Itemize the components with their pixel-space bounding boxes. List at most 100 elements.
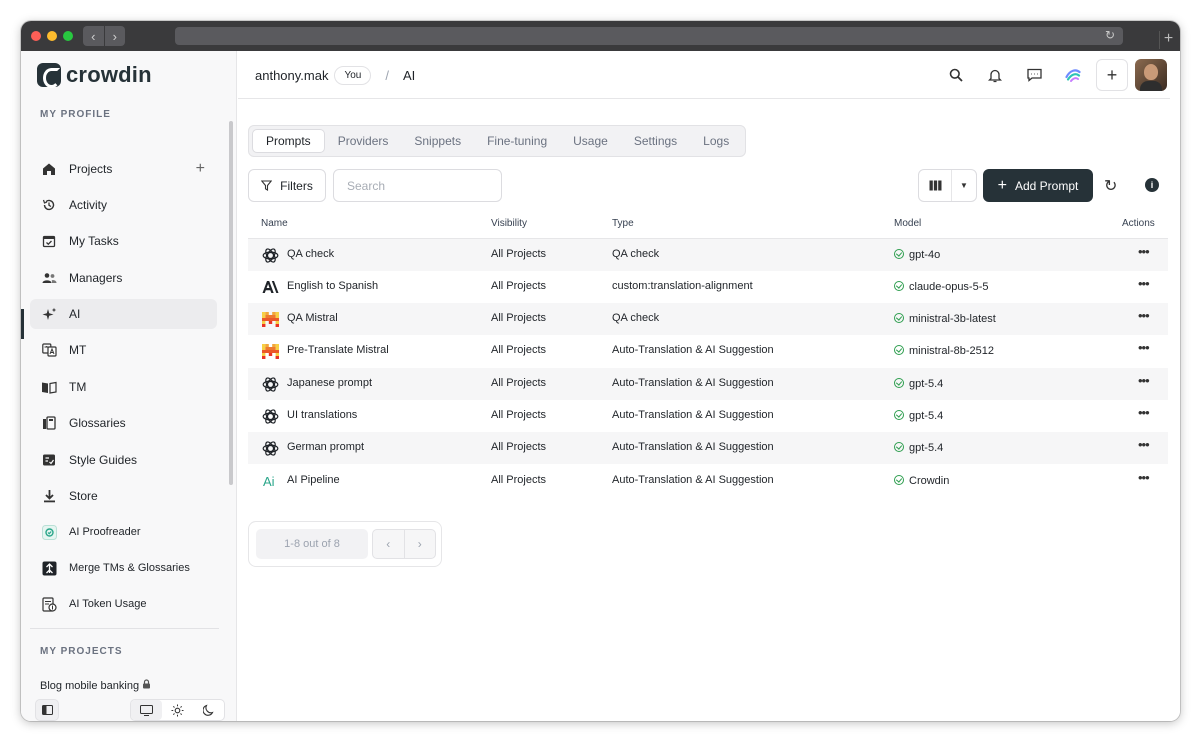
more-actions-icon[interactable]: ••• (1138, 308, 1150, 323)
sidebar-item-merge-tms-glossaries[interactable]: Merge TMs & Glossaries (30, 553, 217, 583)
prompt-visibility: All Projects (491, 312, 547, 324)
column-type[interactable]: Type (612, 218, 634, 229)
search-icon[interactable] (946, 65, 966, 85)
glossary-icon (41, 415, 57, 431)
sidebar-item-style-guides[interactable]: Style Guides (30, 445, 217, 475)
tab-providers[interactable]: Providers (325, 129, 402, 153)
create-new-button[interactable]: + (1096, 59, 1128, 91)
column-visibility[interactable]: Visibility (491, 218, 527, 229)
sidebar-item-activity[interactable]: Activity (30, 190, 217, 220)
moon-icon[interactable] (193, 700, 224, 720)
column-name[interactable]: Name (261, 218, 288, 229)
sidebar-item-my-tasks[interactable]: My Tasks (30, 226, 217, 256)
monitor-icon[interactable] (131, 700, 162, 720)
prompt-name[interactable]: Pre-Translate Mistral (287, 344, 389, 356)
tab-logs[interactable]: Logs (690, 129, 742, 153)
table-row[interactable]: German prompt All Projects Auto-Translat… (248, 432, 1168, 464)
token-usage-icon (41, 596, 57, 612)
more-actions-icon[interactable]: ••• (1138, 340, 1150, 355)
active-indicator (21, 309, 24, 339)
chevron-right-icon[interactable]: › (405, 530, 436, 558)
prompt-type: QA check (612, 248, 660, 260)
tab-usage[interactable]: Usage (560, 129, 621, 153)
sidebar-item-label: AI (69, 307, 81, 321)
sidebar-scrollbar[interactable] (229, 121, 233, 485)
crowdin-ai-icon[interactable] (1063, 65, 1083, 85)
reload-icon[interactable]: ↻ (1105, 28, 1115, 42)
sidebar-item-label: MT (69, 343, 87, 357)
table-row[interactable]: Japanese prompt All Projects Auto-Transl… (248, 368, 1168, 400)
prompt-name[interactable]: UI translations (287, 409, 357, 421)
filters-button[interactable]: Filters (248, 169, 326, 202)
breadcrumb-user[interactable]: anthony.mak (255, 68, 328, 83)
search-input[interactable] (333, 169, 502, 202)
table-row[interactable]: UI translations All Projects Auto-Transl… (248, 400, 1168, 432)
forward-icon[interactable]: › (105, 26, 126, 46)
sidebar-item-ai-proofreader[interactable]: AI Proofreader (30, 517, 217, 547)
back-icon[interactable]: ‹ (83, 26, 105, 46)
sidebar-divider (30, 628, 219, 629)
sidebar-item-managers[interactable]: Managers (30, 263, 217, 293)
table-row[interactable]: QA Mistral All Projects QA check ministr… (248, 303, 1168, 335)
sidebar-item-label: My Tasks (69, 234, 119, 248)
model-name: ministral-8b-2512 (909, 345, 994, 357)
prompt-name[interactable]: Japanese prompt (287, 377, 372, 389)
collapse-sidebar-icon[interactable] (35, 699, 59, 721)
table-row[interactable]: Pre-Translate Mistral All Projects Auto-… (248, 335, 1168, 367)
chevron-left-icon[interactable]: ‹ (373, 530, 405, 558)
tab-fine-tuning[interactable]: Fine-tuning (474, 129, 560, 153)
tab-snippets[interactable]: Snippets (401, 129, 474, 153)
you-badge: You (334, 66, 372, 85)
tab-prompts[interactable]: Prompts (252, 129, 325, 153)
sidebar-item-store[interactable]: Store (30, 481, 217, 511)
sidebar-item-mt[interactable]: MT (30, 335, 217, 365)
refresh-icon[interactable]: ↻ (1104, 176, 1117, 196)
prompt-name[interactable]: German prompt (287, 441, 364, 453)
check-circle-icon (894, 345, 904, 355)
messages-icon[interactable] (1024, 65, 1044, 85)
add-project-icon[interactable]: + (196, 160, 205, 178)
prompt-name[interactable]: AI Pipeline (287, 474, 340, 486)
browser-titlebar: ‹ › ↻ + (21, 21, 1180, 51)
avatar[interactable] (1135, 59, 1167, 91)
sidebar-item-tm[interactable]: TM (30, 372, 217, 402)
more-actions-icon[interactable]: ••• (1138, 276, 1150, 291)
new-tab-icon[interactable]: + (1159, 31, 1177, 49)
sidebar-item-ai[interactable]: AI (30, 299, 217, 329)
sidebar-item-glossaries[interactable]: Glossaries (30, 408, 217, 438)
maximize-window-button[interactable] (63, 31, 73, 41)
more-actions-icon[interactable]: ••• (1138, 373, 1150, 388)
column-model[interactable]: Model (894, 218, 921, 229)
bell-icon[interactable] (985, 65, 1005, 85)
add-prompt-button[interactable]: + Add Prompt (983, 169, 1093, 202)
openai-icon (261, 375, 279, 393)
more-actions-icon[interactable]: ••• (1138, 470, 1150, 485)
sidebar-item-label: Managers (69, 271, 123, 285)
filter-icon (261, 180, 273, 191)
table-row[interactable]: Ai AI Pipeline All Projects Auto-Transla… (248, 465, 1168, 497)
minimize-window-button[interactable] (47, 31, 57, 41)
sidebar-item-projects[interactable]: Projects + (30, 154, 217, 184)
close-window-button[interactable] (31, 31, 41, 41)
pagination: 1-8 out of 8 ‹ › (248, 521, 442, 567)
more-actions-icon[interactable]: ••• (1138, 437, 1150, 452)
check-circle-icon (894, 378, 904, 388)
theme-switcher (130, 699, 225, 721)
sidebar-item-label: Merge TMs & Glossaries (69, 562, 190, 574)
table-row[interactable]: English to Spanish All Projects custom:t… (248, 271, 1168, 303)
table-row[interactable]: QA check All Projects QA check gpt-4o ••… (248, 239, 1168, 271)
model-name: gpt-5.4 (909, 442, 944, 454)
sidebar-item-ai-token-usage[interactable]: AI Token Usage (30, 589, 217, 619)
column-view-dropdown[interactable]: ▼ (918, 169, 977, 202)
more-actions-icon[interactable]: ••• (1138, 244, 1150, 259)
sun-icon[interactable] (162, 700, 193, 720)
crowdin-logo[interactable]: crowdin (37, 62, 152, 88)
tab-settings[interactable]: Settings (621, 129, 690, 153)
prompt-name[interactable]: QA check (287, 248, 334, 260)
address-bar[interactable]: ↻ (175, 27, 1123, 45)
prompt-name[interactable]: English to Spanish (287, 280, 378, 292)
header-divider (238, 98, 1170, 99)
info-icon[interactable]: i (1145, 178, 1159, 192)
more-actions-icon[interactable]: ••• (1138, 405, 1150, 420)
prompt-name[interactable]: QA Mistral (287, 312, 338, 324)
